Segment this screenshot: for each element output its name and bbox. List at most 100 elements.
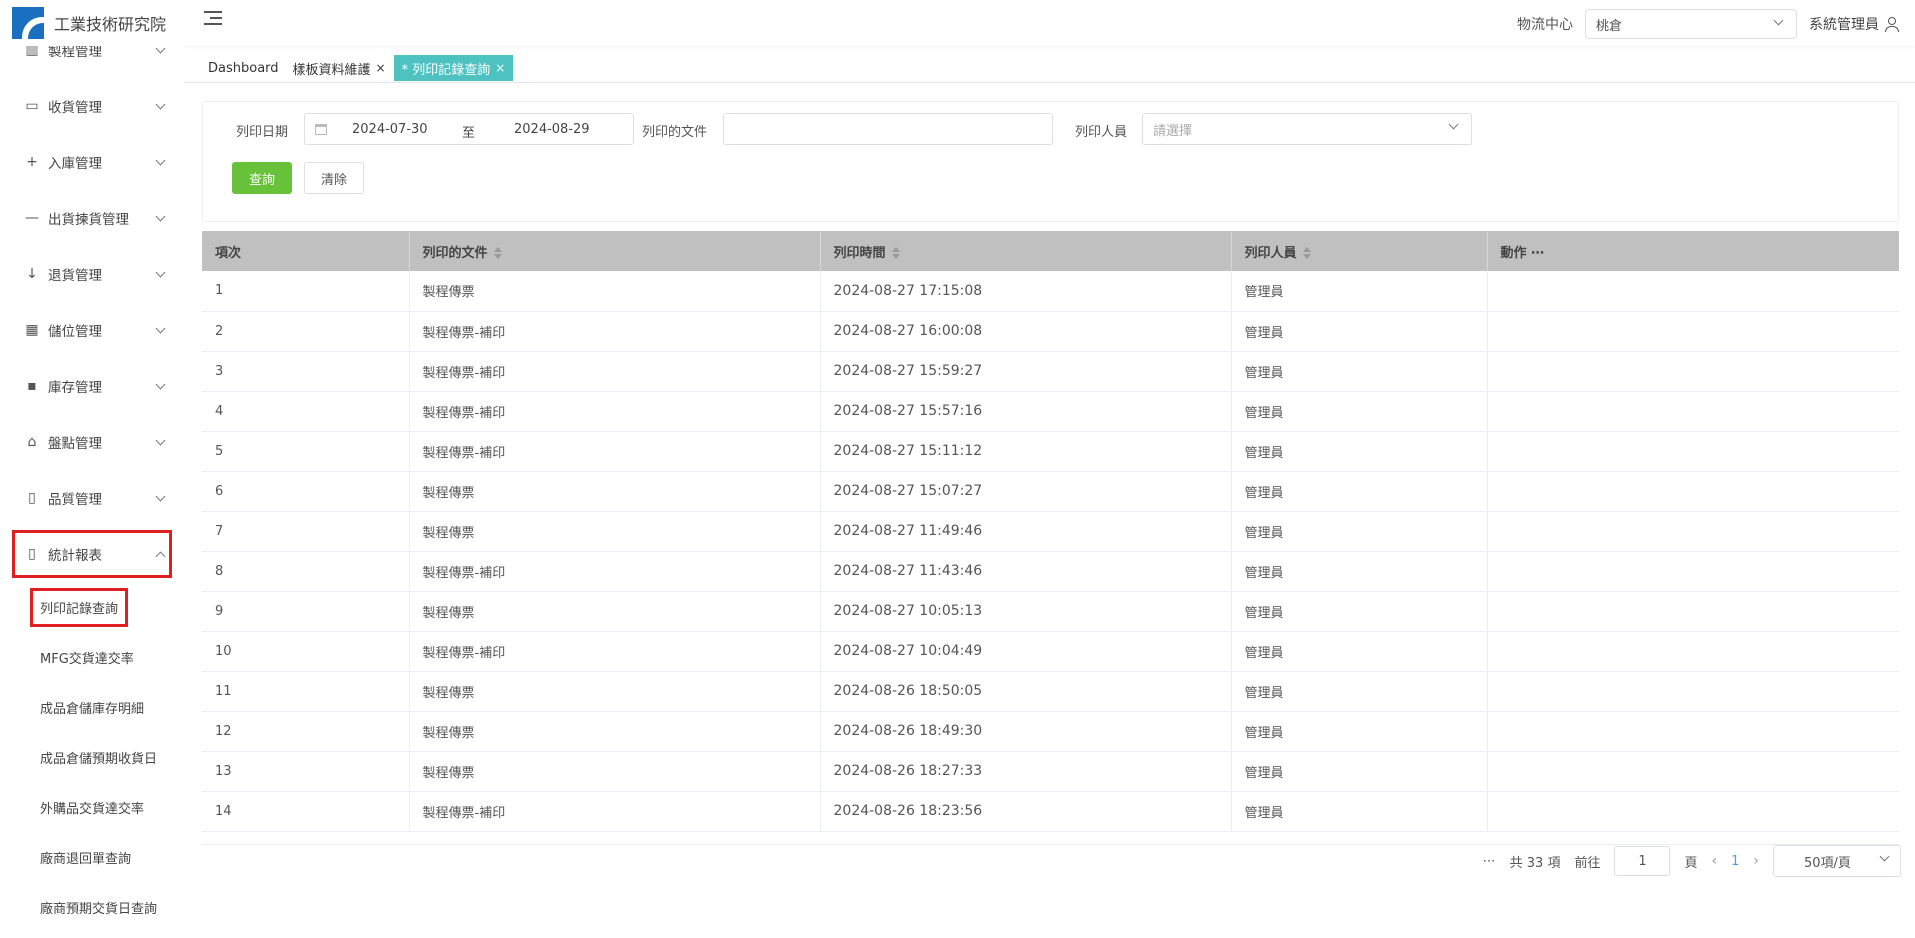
date-end[interactable]: 2024-08-29 (514, 122, 590, 137)
submenu-item-label: 成品倉儲預期收貨日 (40, 751, 158, 767)
cell-time: 2024-08-27 15:57:16 (820, 391, 1232, 431)
date-start[interactable]: 2024-07-30 (352, 122, 428, 137)
user-icon (1885, 17, 1899, 32)
chevron-down-icon (155, 99, 166, 109)
submenu-item-label: 列印記錄查詢 (29, 587, 129, 627)
cell-time: 2024-08-27 15:07:27 (820, 471, 1232, 511)
cell-person: 管理員 (1231, 631, 1488, 671)
page-size-select[interactable]: 50項/頁 (1773, 845, 1901, 877)
cell-index: 12 (202, 711, 410, 751)
print-date-range[interactable]: 2024-07-30 至 2024-08-29 (304, 113, 634, 145)
submenu-item-label: 外購品交貨達交率 (40, 801, 145, 817)
goto-page-input[interactable]: 1 (1614, 846, 1671, 876)
sidebar-item-label: 出貨揀貨管理 (48, 212, 129, 228)
sort-icon[interactable] (891, 247, 900, 259)
cell-time: 2024-08-26 18:23:56 (820, 791, 1232, 831)
column-header-action: 動作 ⋯ (1487, 231, 1899, 271)
submenu-item-6[interactable]: 廠商預期交貨日查詢 (0, 882, 184, 932)
table-row: 1 製程傳票 2024-08-27 17:15:08 管理員 (202, 271, 1899, 311)
submenu-item-2[interactable]: 成品倉儲庫存明細 (0, 682, 184, 732)
cell-time: 2024-08-27 10:04:49 (820, 631, 1232, 671)
cell-person: 管理員 (1231, 791, 1488, 831)
submenu-item-0[interactable]: 列印記錄查詢 (0, 582, 184, 632)
cell-person: 管理員 (1231, 591, 1488, 631)
table-row: 5 製程傳票-補印 2024-08-27 15:11:12 管理員 (202, 431, 1899, 471)
sidebar-item-4[interactable]: ↓ 退貨管理 (0, 246, 184, 302)
submenu-item-label: 成品倉儲庫存明細 (40, 701, 145, 717)
chevron-down-icon (155, 323, 166, 333)
submenu-item-1[interactable]: MFG交貨達交率 (0, 632, 184, 682)
column-header-label: 項次 (215, 245, 242, 261)
cell-time: 2024-08-26 18:27:33 (820, 751, 1232, 791)
print-date-label: 列印日期 (236, 125, 289, 140)
sort-icon[interactable] (493, 247, 502, 259)
submenu-item-label: 廠商退回單查詢 (40, 851, 132, 867)
sort-icon[interactable] (1302, 247, 1311, 259)
user-menu[interactable]: 系統管理員 (1809, 14, 1899, 34)
table-row: 4 製程傳票-補印 2024-08-27 15:57:16 管理員 (202, 391, 1899, 431)
cell-document: 製程傳票 (409, 591, 821, 631)
cell-time: 2024-08-27 17:15:08 (820, 271, 1232, 311)
cell-action (1487, 711, 1899, 751)
cell-document: 製程傳票 (409, 511, 821, 551)
print-person-select[interactable]: 請選擇 (1142, 113, 1472, 145)
sidebar-item-6[interactable]: ▪ 庫存管理 (0, 358, 184, 414)
submenu-item-5[interactable]: 廠商退回單查詢 (0, 832, 184, 882)
column-header-document[interactable]: 列印的文件 (409, 231, 821, 271)
chevron-down-icon (155, 267, 166, 277)
page-suffix: 頁 (1684, 855, 1698, 871)
sidebar-item-2[interactable]: + 入庫管理 (0, 134, 184, 190)
logistics-center-label: 物流中心 (1517, 17, 1573, 33)
cell-person: 管理員 (1231, 311, 1488, 351)
next-page-icon[interactable]: › (1753, 853, 1759, 869)
logistics-center-select[interactable]: 桃倉 (1585, 9, 1797, 39)
tab-dashboard[interactable]: Dashboard (202, 55, 285, 81)
tab-print-record-query[interactable]: * 列印記錄查詢 × (393, 55, 514, 81)
cell-index: 4 (202, 391, 410, 431)
submenu-item-label: 廠商預期交貨日查詢 (40, 901, 158, 917)
sidebar-item-3[interactable]: — 出貨揀貨管理 (0, 190, 184, 246)
cell-document: 製程傳票-補印 (409, 351, 821, 391)
sidebar-item-1[interactable]: ▭ 收貨管理 (0, 78, 184, 134)
column-header-person[interactable]: 列印人員 (1231, 231, 1488, 271)
cell-person: 管理員 (1231, 671, 1488, 711)
sidebar-item-5[interactable]: ▦ 儲位管理 (0, 302, 184, 358)
close-icon[interactable]: × (495, 61, 505, 75)
cell-document: 製程傳票-補印 (409, 431, 821, 471)
prev-page-icon[interactable]: ‹ (1712, 853, 1718, 869)
cell-time: 2024-08-26 18:50:05 (820, 671, 1232, 711)
submenu-item-3[interactable]: 成品倉儲預期收貨日 (0, 732, 184, 782)
brand-title: 工業技術研究院 (54, 15, 167, 34)
chevron-down-icon (1773, 15, 1784, 26)
query-button[interactable]: 查詢 (232, 162, 292, 194)
dashboard-icon: ▪ (27, 378, 37, 394)
sidebar-item-7[interactable]: ⌂ 盤點管理 (0, 414, 184, 470)
cell-person: 管理員 (1231, 751, 1488, 791)
page-size-value: 50項/頁 (1804, 855, 1851, 871)
submenu-item-4[interactable]: 外購品交貨達交率 (0, 782, 184, 832)
cell-action (1487, 351, 1899, 391)
plus-icon: + (26, 154, 38, 170)
column-header-label: 列印時間 (833, 245, 886, 261)
sidebar-item-8[interactable]: ▯ 品質管理 (0, 470, 184, 526)
menu-toggle-icon[interactable] (204, 11, 222, 27)
arrow-down-icon: ↓ (26, 266, 38, 282)
close-icon[interactable]: × (376, 61, 386, 75)
column-header-label: 列印人員 (1244, 245, 1297, 261)
clear-button[interactable]: 清除 (304, 162, 364, 194)
table-row: 8 製程傳票-補印 2024-08-27 11:43:46 管理員 (202, 551, 1899, 591)
print-document-input[interactable] (723, 113, 1053, 145)
sidebar-item-9[interactable]: ▯ 統計報表 (12, 530, 172, 578)
print-document-label: 列印的文件 (642, 125, 708, 140)
cell-document: 製程傳票 (409, 471, 821, 511)
column-header-time[interactable]: 列印時間 (820, 231, 1232, 271)
brand: 工業技術研究院 (0, 0, 184, 46)
calendar-icon (315, 124, 327, 135)
more-pages-icon[interactable]: ⋯ (1483, 854, 1496, 869)
sidebar-item-label: 庫存管理 (48, 380, 102, 396)
tab-template-maintenance[interactable]: 樣板資料維護 × (287, 55, 392, 81)
submenu-item-label: MFG交貨達交率 (40, 651, 134, 667)
chevron-up-icon (155, 551, 166, 561)
page-number-current[interactable]: 1 (1731, 854, 1739, 869)
minus-icon: — (25, 210, 39, 226)
